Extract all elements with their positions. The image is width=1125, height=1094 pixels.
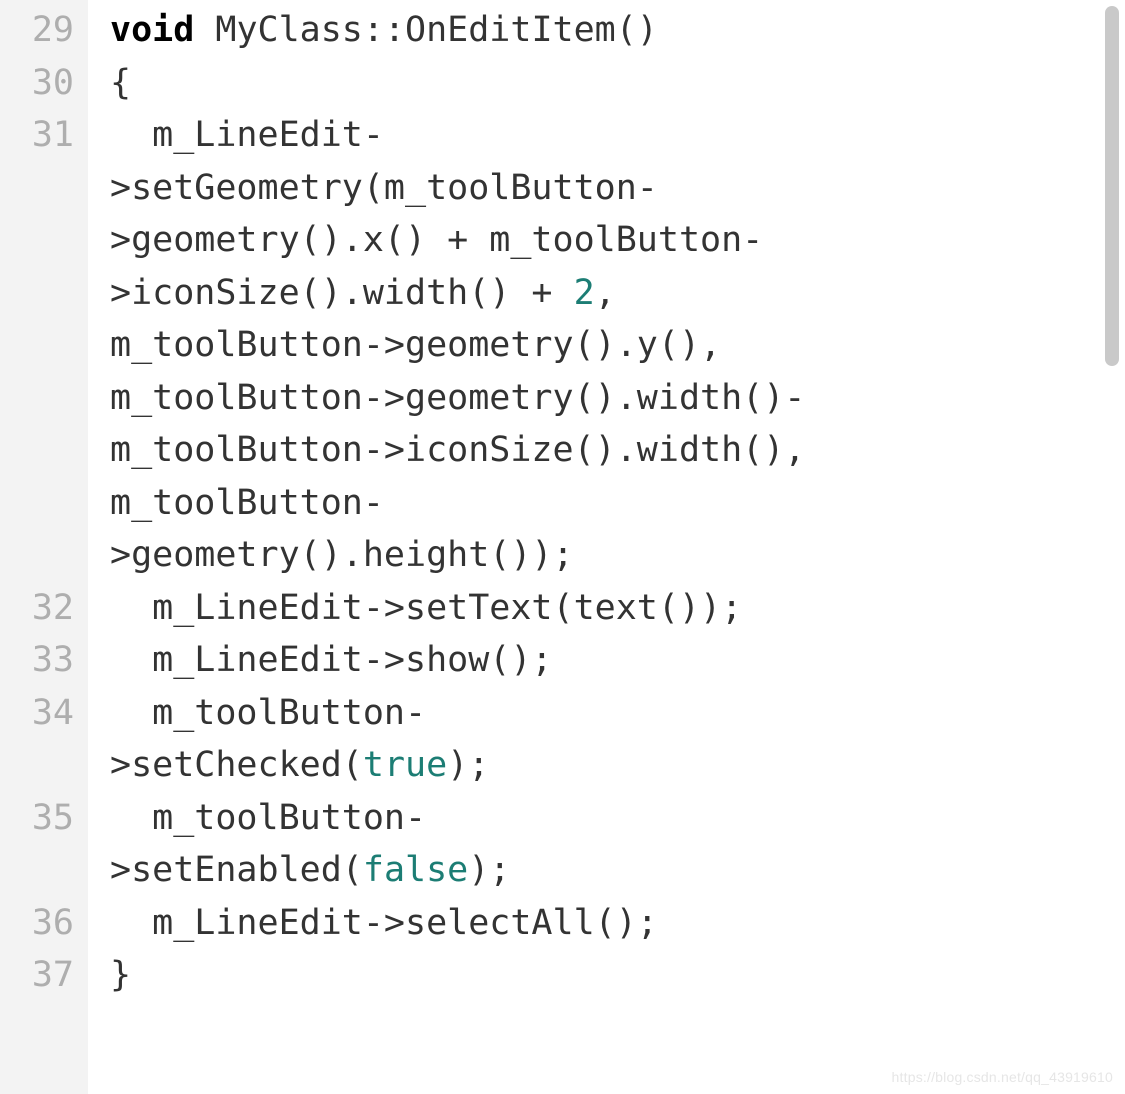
code-line: m_toolButton->iconSize().width(), <box>110 424 1088 477</box>
code-line: m_LineEdit- <box>110 109 1088 162</box>
code-line: >setGeometry(m_toolButton- <box>110 162 1088 215</box>
code-token: m_toolButton->geometry().y(), <box>110 325 721 365</box>
code-line: >geometry().x() + m_toolButton- <box>110 214 1088 267</box>
code-token: >iconSize().width() + <box>110 273 574 313</box>
line-number-continuation <box>0 477 88 530</box>
code-line: m_toolButton- <box>110 792 1088 845</box>
code-line: >iconSize().width() + 2, <box>110 267 1088 320</box>
line-number: 34 <box>0 687 88 740</box>
code-token: m_toolButton- <box>152 693 426 733</box>
code-token: m_LineEdit- <box>152 115 384 155</box>
code-token: >geometry().height()); <box>110 535 574 575</box>
code-token: m_LineEdit->show(); <box>152 640 552 680</box>
line-number-continuation <box>0 162 88 215</box>
code-line: >setChecked(true); <box>110 739 1088 792</box>
line-number-continuation <box>0 372 88 425</box>
code-line: >setEnabled(false); <box>110 844 1088 897</box>
code-token: false <box>363 850 468 890</box>
line-number: 31 <box>0 109 88 162</box>
code-line: m_toolButton- <box>110 687 1088 740</box>
code-line: { <box>110 57 1088 110</box>
line-number-continuation <box>0 739 88 792</box>
line-number: 37 <box>0 949 88 1002</box>
code-token: ); <box>468 850 510 890</box>
line-number-continuation <box>0 267 88 320</box>
code-token: MyClass::OnEditItem() <box>194 10 658 50</box>
line-number: 36 <box>0 897 88 950</box>
code-line: m_toolButton->geometry().width()- <box>110 372 1088 425</box>
code-line: void MyClass::OnEditItem() <box>110 4 1088 57</box>
code-token: m_toolButton- <box>152 798 426 838</box>
line-number: 29 <box>0 4 88 57</box>
line-number-continuation <box>0 214 88 267</box>
code-area[interactable]: void MyClass::OnEditItem(){m_LineEdit->s… <box>88 0 1096 1094</box>
code-token: m_toolButton- <box>110 483 384 523</box>
code-token: true <box>363 745 447 785</box>
code-token: } <box>110 955 131 995</box>
code-token: >setEnabled( <box>110 850 363 890</box>
code-editor: 293031323334353637 void MyClass::OnEditI… <box>0 0 1096 1094</box>
code-token: 2 <box>574 273 595 313</box>
line-number: 35 <box>0 792 88 845</box>
line-number-continuation <box>0 529 88 582</box>
code-token: >setChecked( <box>110 745 363 785</box>
vertical-scrollbar[interactable] <box>1105 6 1119 366</box>
code-token: m_toolButton->iconSize().width(), <box>110 430 805 470</box>
line-number-continuation <box>0 424 88 477</box>
line-number: 30 <box>0 57 88 110</box>
code-token: ); <box>447 745 489 785</box>
watermark-text: https://blog.csdn.net/qq_43919610 <box>892 1067 1113 1088</box>
line-number: 33 <box>0 634 88 687</box>
code-line: m_toolButton->geometry().y(), <box>110 319 1088 372</box>
line-number-continuation <box>0 319 88 372</box>
code-line: >geometry().height()); <box>110 529 1088 582</box>
code-token: void <box>110 10 194 50</box>
code-token: , <box>595 273 616 313</box>
line-number-continuation <box>0 844 88 897</box>
code-line: m_LineEdit->setText(text()); <box>110 582 1088 635</box>
code-token: m_LineEdit->selectAll(); <box>152 903 658 943</box>
code-token: >setGeometry(m_toolButton- <box>110 168 658 208</box>
code-line: m_LineEdit->selectAll(); <box>110 897 1088 950</box>
line-number-gutter: 293031323334353637 <box>0 0 88 1094</box>
code-line: m_toolButton- <box>110 477 1088 530</box>
code-line: m_LineEdit->show(); <box>110 634 1088 687</box>
code-token: m_toolButton->geometry().width()- <box>110 378 805 418</box>
code-token: >geometry().x() + m_toolButton- <box>110 220 763 260</box>
code-line: } <box>110 949 1088 1002</box>
code-token: { <box>110 63 131 103</box>
line-number: 32 <box>0 582 88 635</box>
code-token: m_LineEdit->setText(text()); <box>152 588 742 628</box>
